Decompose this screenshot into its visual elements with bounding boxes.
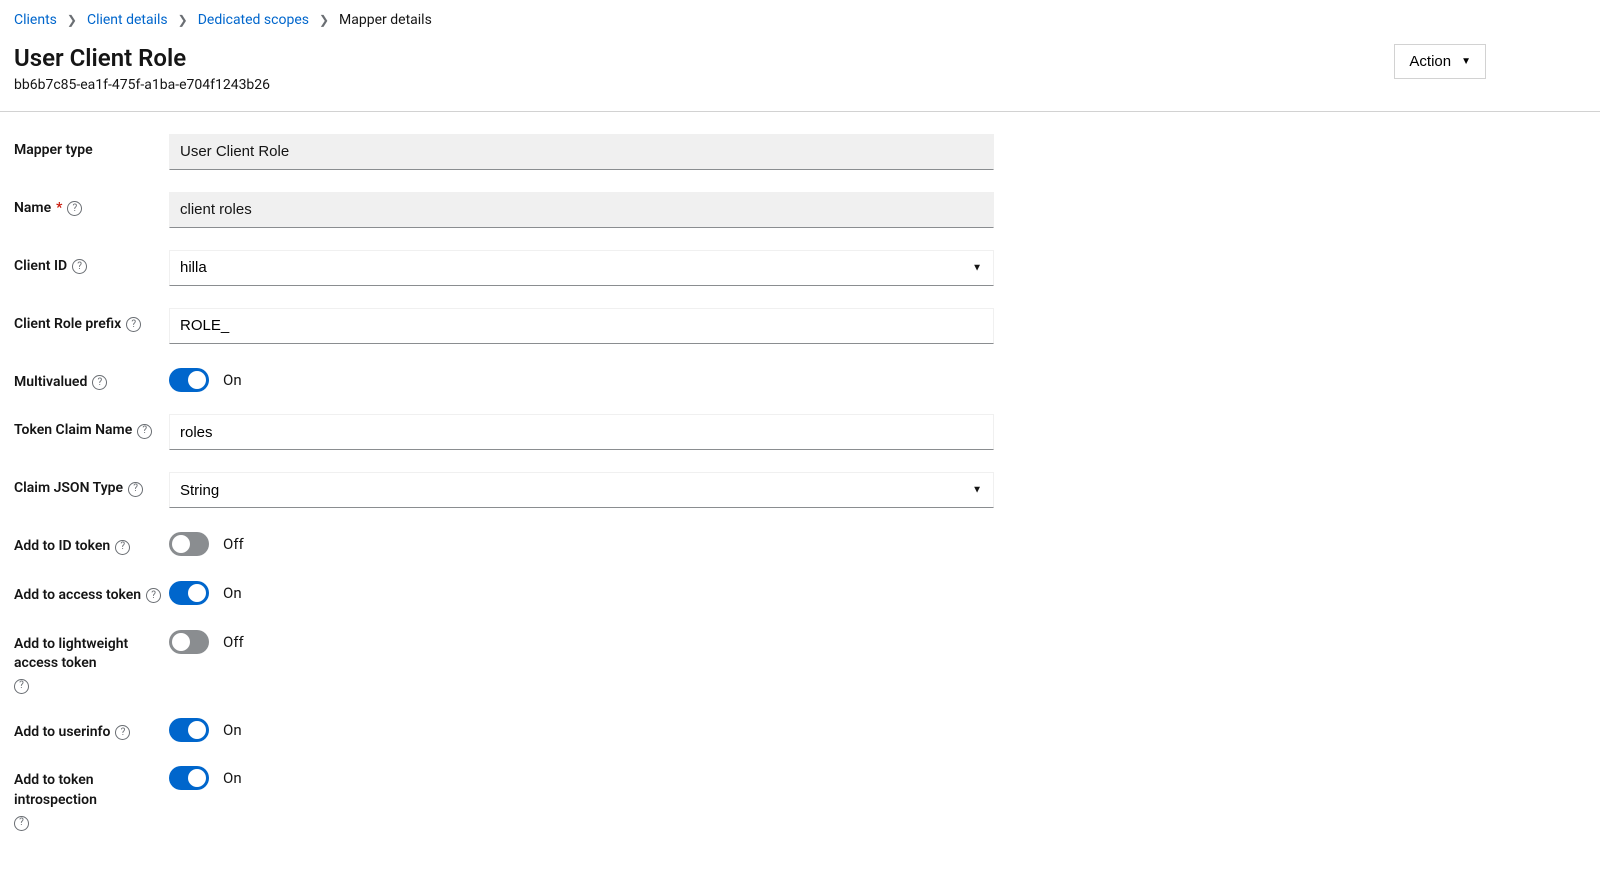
help-icon[interactable]: ? [67, 201, 82, 216]
add-userinfo-toggle[interactable] [169, 718, 209, 742]
label-mapper-type: Mapper type [14, 134, 169, 161]
help-icon[interactable]: ? [146, 588, 161, 603]
label-add-userinfo: Add to userinfo ? [14, 716, 169, 743]
chevron-right-icon: ❯ [178, 13, 188, 27]
label-add-introspection: Add to token introspection ? [14, 764, 169, 830]
help-icon[interactable]: ? [14, 679, 29, 694]
help-icon[interactable]: ? [72, 259, 87, 274]
breadcrumb-client-details[interactable]: Client details [87, 12, 168, 28]
chevron-right-icon: ❯ [67, 13, 77, 27]
help-icon[interactable]: ? [14, 816, 29, 831]
chevron-right-icon: ❯ [319, 13, 329, 27]
help-icon[interactable]: ? [92, 375, 107, 390]
help-icon[interactable]: ? [128, 482, 143, 497]
help-icon[interactable]: ? [115, 540, 130, 555]
breadcrumb-current: Mapper details [339, 12, 432, 28]
label-client-role-prefix: Client Role prefix ? [14, 308, 169, 335]
action-label: Action [1409, 53, 1451, 70]
label-multivalued: Multivalued ? [14, 366, 169, 393]
mapper-uuid: bb6b7c85-ea1f-475f-a1ba-e704f1243b26 [14, 77, 270, 93]
breadcrumb-dedicated-scopes[interactable]: Dedicated scopes [198, 12, 309, 28]
toggle-state-label: On [223, 721, 242, 739]
action-dropdown-button[interactable]: Action ▼ [1394, 44, 1486, 79]
toggle-state-label: Off [223, 535, 244, 553]
label-token-claim-name: Token Claim Name ? [14, 414, 169, 441]
multivalued-toggle[interactable] [169, 368, 209, 392]
add-access-token-toggle[interactable] [169, 581, 209, 605]
label-add-id-token: Add to ID token ? [14, 530, 169, 557]
mapper-type-field [169, 134, 994, 170]
client-id-select[interactable] [169, 250, 994, 286]
page-title: User Client Role [14, 44, 270, 73]
breadcrumb: Clients ❯ Client details ❯ Dedicated sco… [14, 12, 1586, 34]
label-client-id: Client ID ? [14, 250, 169, 277]
help-icon[interactable]: ? [137, 424, 152, 439]
required-marker: * [56, 199, 62, 219]
label-add-access-token: Add to access token ? [14, 579, 169, 606]
help-icon[interactable]: ? [126, 317, 141, 332]
help-icon[interactable]: ? [115, 725, 130, 740]
add-introspection-toggle[interactable] [169, 766, 209, 790]
label-add-lightweight: Add to lightweight access token ? [14, 628, 169, 694]
token-claim-name-input[interactable] [169, 414, 994, 450]
form: Mapper type Name * ? Client ID ? [14, 112, 994, 831]
add-lightweight-toggle[interactable] [169, 630, 209, 654]
label-name: Name * ? [14, 192, 169, 219]
toggle-state-label: On [223, 769, 242, 787]
caret-down-icon: ▼ [1461, 56, 1471, 67]
toggle-state-label: On [223, 584, 242, 602]
add-id-token-toggle[interactable] [169, 532, 209, 556]
label-claim-json-type: Claim JSON Type ? [14, 472, 169, 499]
name-field [169, 192, 994, 228]
page-header: User Client Role bb6b7c85-ea1f-475f-a1ba… [14, 34, 1586, 111]
toggle-state-label: Off [223, 633, 244, 651]
claim-json-type-select[interactable] [169, 472, 994, 508]
client-role-prefix-input[interactable] [169, 308, 994, 344]
toggle-state-label: On [223, 371, 242, 389]
breadcrumb-clients[interactable]: Clients [14, 12, 57, 28]
